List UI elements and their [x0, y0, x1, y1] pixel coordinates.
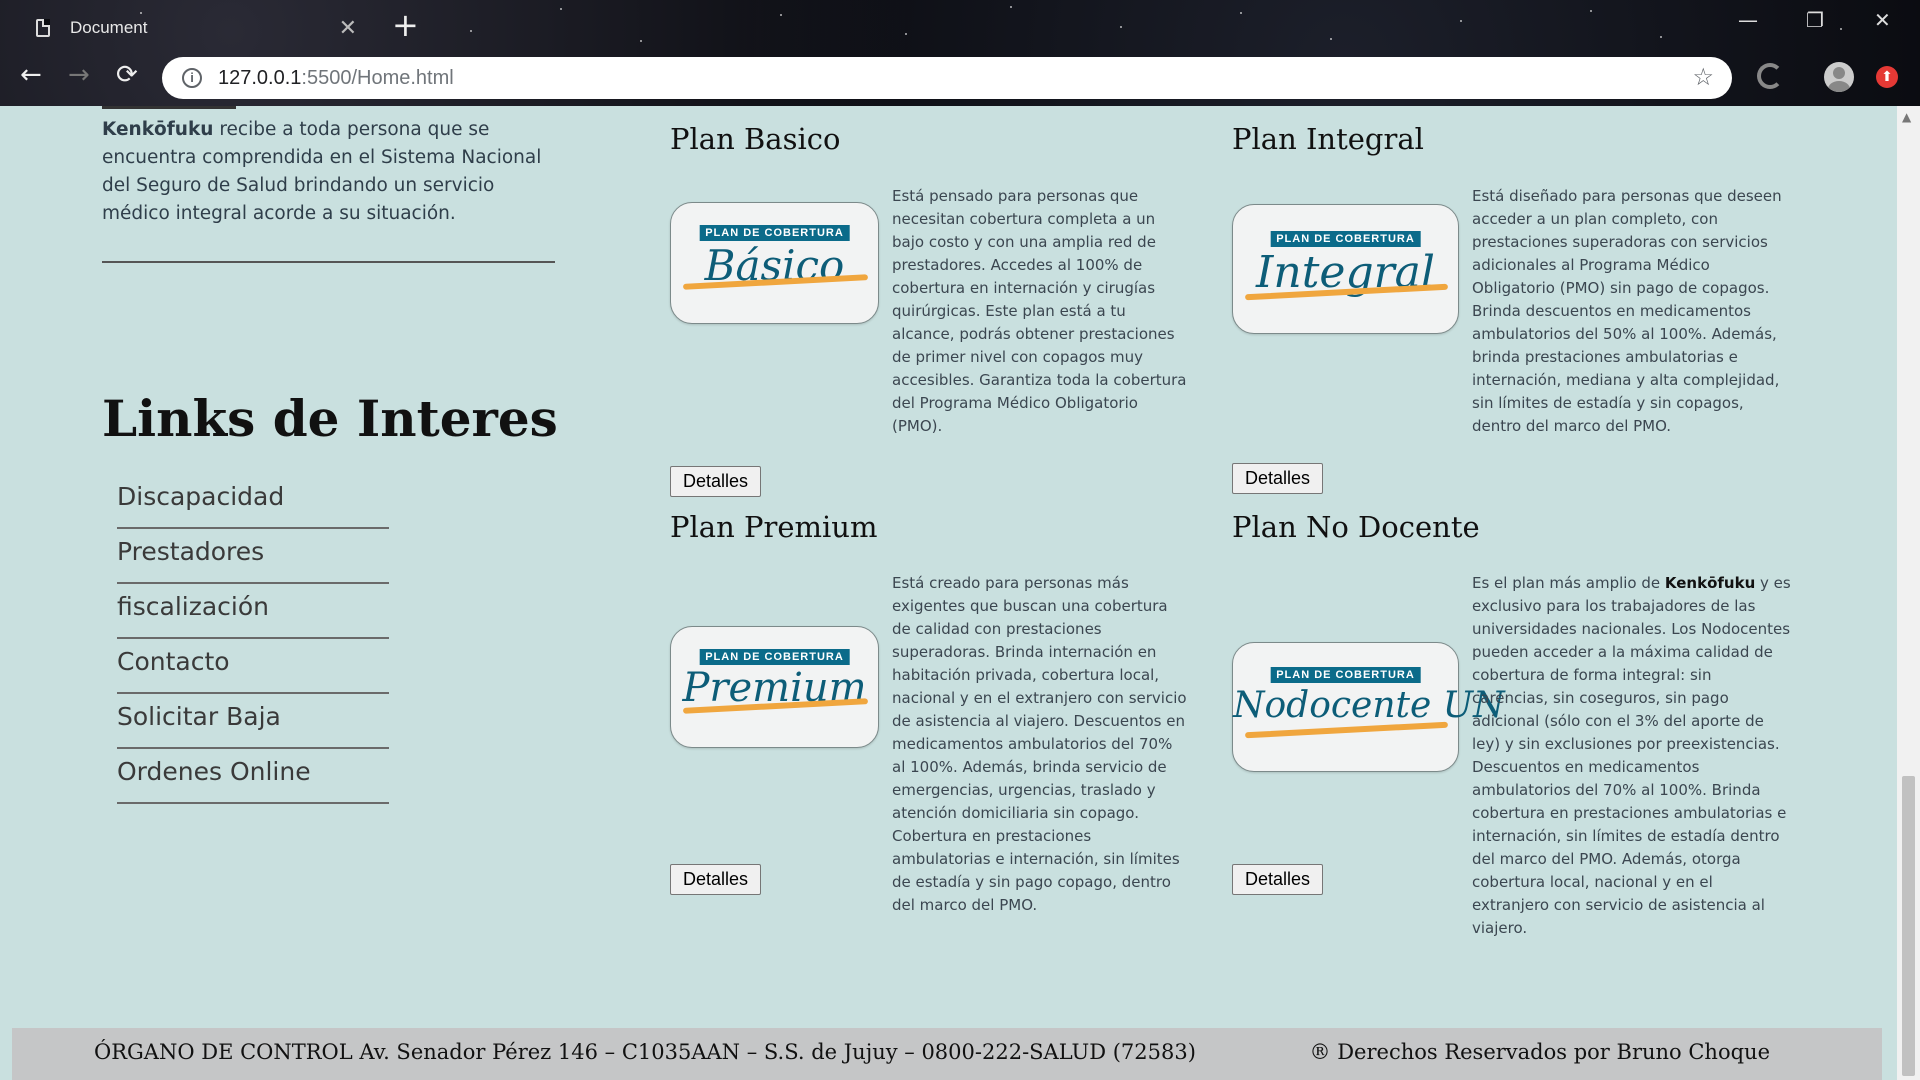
desc-brand: Kenkōfuku — [1664, 574, 1756, 592]
detalles-button-integral[interactable]: Detalles — [1232, 463, 1324, 494]
footer-control-info: ÓRGANO DE CONTROL Av. Senador Pérez 146 … — [94, 1040, 1196, 1064]
detalles-button-premium[interactable]: Detalles — [670, 864, 762, 895]
intro-brand: Kenkōfuku — [102, 119, 214, 140]
desc-pre: Es el plan más amplio de — [1472, 574, 1665, 592]
document-icon — [36, 19, 50, 37]
page-scrollbar[interactable]: ▲ — [1897, 106, 1920, 1080]
forward-arrow-icon[interactable]: → — [68, 60, 90, 90]
scrollbar-thumb[interactable] — [1902, 776, 1915, 1076]
desc-post: y es exclusivo para los trabajadores de … — [1472, 574, 1791, 937]
browser-chrome: Document ✕ + — ❐ ✕ ← → ⟳ i 127.0.0.1 :55… — [0, 0, 1920, 106]
reload-icon[interactable]: ⟳ — [116, 60, 138, 90]
detalles-button-basico[interactable]: Detalles — [670, 466, 762, 497]
address-bar[interactable]: i 127.0.0.1 :5500/Home.html ☆ — [162, 57, 1732, 99]
divider — [102, 261, 555, 263]
plan-title: Plan No Docente — [1232, 510, 1480, 544]
maximize-button[interactable]: ❐ — [1806, 8, 1824, 32]
link-contacto[interactable]: Contacto — [117, 639, 389, 694]
plan-title: Plan Basico — [670, 122, 841, 156]
new-tab-button[interactable]: + — [392, 6, 419, 44]
plan-card-premium: Plan Premium PLAN DE COBERTURA Premium E… — [670, 510, 1190, 914]
plan-card-no-docente: Plan No Docente PLAN DE COBERTURA Nodoce… — [1232, 510, 1792, 937]
logo-script: Nodocente UN — [1233, 685, 1505, 726]
plan-card-integral: Plan Integral PLAN DE COBERTURA Integral… — [1232, 122, 1792, 502]
link-solicitar-baja[interactable]: Solicitar Baja — [117, 694, 389, 749]
page-content: Kenkōfuku recibe a toda persona que se e… — [0, 106, 1897, 1080]
plan-description: Está creado para personas más exigentes … — [892, 574, 1187, 914]
links-title: Links de Interes — [102, 389, 558, 448]
profile-avatar[interactable] — [1824, 62, 1854, 92]
link-fiscalizacion[interactable]: fiscalización — [117, 584, 389, 639]
scroll-up-arrow-icon[interactable]: ▲ — [1902, 110, 1911, 124]
plan-logo-integral: PLAN DE COBERTURA Integral — [1232, 204, 1459, 334]
detalles-button-no-docente[interactable]: Detalles — [1232, 864, 1324, 895]
plan-title: Plan Integral — [1232, 122, 1424, 156]
close-window-button[interactable]: ✕ — [1874, 8, 1891, 32]
browser-tab[interactable]: Document ✕ — [20, 8, 365, 48]
plan-title: Plan Premium — [670, 510, 878, 544]
link-discapacidad[interactable]: Discapacidad — [117, 474, 389, 529]
plan-description: Es el plan más amplio de Kenkōfuku y es … — [1472, 572, 1792, 940]
logo-tag: PLAN DE COBERTURA — [1270, 231, 1421, 247]
intro-text: Kenkōfuku recibe a toda persona que se e… — [102, 116, 557, 228]
tab-title: Document — [70, 18, 148, 37]
logo-tag: PLAN DE COBERTURA — [1270, 667, 1421, 683]
plan-description: Está diseñado para personas que deseen a… — [1472, 187, 1782, 435]
divider — [102, 106, 236, 109]
url-host: 127.0.0.1 — [218, 66, 302, 89]
footer-copyright: ® Derechos Reservados por Bruno Choque — [1309, 1040, 1770, 1064]
url-path: :5500/Home.html — [301, 66, 454, 89]
minimize-button[interactable]: — — [1738, 8, 1758, 32]
tab-close-icon[interactable]: ✕ — [339, 15, 357, 41]
logo-tag: PLAN DE COBERTURA — [699, 225, 850, 241]
logo-tag: PLAN DE COBERTURA — [699, 649, 850, 665]
link-ordenes-online[interactable]: Ordenes Online — [117, 749, 389, 804]
bookmark-star-icon[interactable]: ☆ — [1692, 63, 1714, 92]
back-arrow-icon[interactable]: ← — [20, 60, 42, 90]
links-list: Discapacidad Prestadores fiscalización C… — [117, 474, 389, 804]
site-info-icon[interactable]: i — [182, 68, 202, 88]
google-extension-icon[interactable] — [1757, 63, 1783, 89]
plan-logo-no-docente: PLAN DE COBERTURA Nodocente UN — [1232, 642, 1505, 772]
plan-description: Está pensado para personas que necesitan… — [892, 187, 1187, 435]
update-extension-icon[interactable]: ⬆ — [1876, 66, 1898, 88]
page-footer: ÓRGANO DE CONTROL Av. Senador Pérez 146 … — [12, 1028, 1882, 1080]
link-prestadores[interactable]: Prestadores — [117, 529, 389, 584]
plan-card-basico: Plan Basico PLAN DE COBERTURA Básico Est… — [670, 122, 1190, 502]
plan-logo-premium: PLAN DE COBERTURA Premium — [670, 626, 879, 748]
plan-logo-basico: PLAN DE COBERTURA Básico — [670, 202, 879, 324]
